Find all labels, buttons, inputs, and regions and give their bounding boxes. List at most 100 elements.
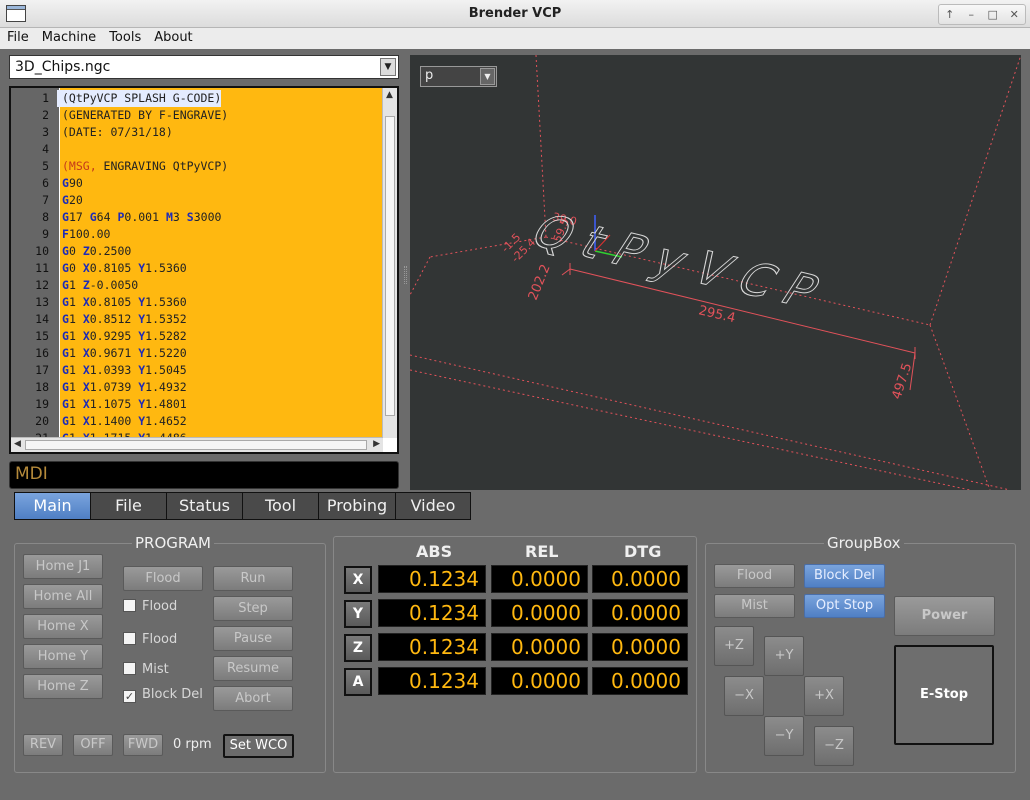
jog-minus-z-button[interactable]: −Z [814, 726, 854, 766]
mist-checkbox[interactable]: Mist [123, 662, 169, 677]
home-all-button[interactable]: Home All [23, 584, 103, 609]
abort-button[interactable]: Abort [213, 686, 293, 711]
scroll-right-icon[interactable]: ▶ [373, 439, 380, 449]
home-z-button[interactable]: Home Z [23, 674, 103, 699]
estop-button[interactable]: E-Stop [894, 645, 994, 745]
horizontal-scroll-thumb[interactable] [25, 440, 367, 450]
window-minimize-button[interactable]: – [962, 8, 980, 21]
gcode-line-text: G1 X0.8512 Y1.5352 [62, 312, 187, 326]
gcode-line[interactable]: 12 G1 Z-0.0050 [11, 277, 383, 294]
gcode-line-number: 17 [35, 363, 49, 377]
checkmark-icon[interactable]: ✓ [123, 690, 136, 703]
gcode-line-number: 1 [42, 91, 49, 105]
vertical-scroll-thumb[interactable] [385, 116, 395, 416]
scroll-left-icon[interactable]: ◀ [14, 439, 21, 449]
backplot-3d-view[interactable]: 295.4 202.2 497.5 39.0 59.5 -1.5 -25.4 Q… [410, 55, 1021, 490]
spindle-off-button[interactable]: OFF [73, 734, 113, 756]
window-maximize-button[interactable]: □ [984, 8, 1002, 21]
chevron-down-icon[interactable]: ▼ [380, 58, 396, 76]
dro-z-rel: 0.0000 [491, 633, 588, 661]
home-j1-button[interactable]: Home J1 [23, 554, 103, 579]
gcode-editor[interactable]: 1 (QtPyVCP SPLASH G-CODE) 2 (GENERATED BY F… [9, 86, 399, 454]
dro-x-dtg: 0.0000 [592, 565, 688, 593]
power-button[interactable]: Power [894, 596, 995, 636]
jog-plus-y-button[interactable]: +Y [764, 636, 804, 676]
gcode-line[interactable]: 11 G0 X0.8105 Y1.5360 [11, 260, 383, 277]
flood-checkbox-1[interactable]: Flood [123, 599, 177, 614]
tab-probing[interactable]: Probing [319, 493, 396, 519]
spindle-fwd-button[interactable]: FWD [123, 734, 163, 756]
gcode-line[interactable]: 7 G20 [11, 192, 383, 209]
checkbox-label: Block Del [142, 687, 203, 702]
resume-button[interactable]: Resume [213, 656, 293, 681]
menu-machine[interactable]: Machine [35, 28, 102, 49]
gcode-line[interactable]: 1 (QtPyVCP SPLASH G-CODE) [11, 90, 383, 107]
scroll-up-icon[interactable]: ▲ [386, 90, 393, 100]
step-button[interactable]: Step [213, 596, 293, 621]
menu-about[interactable]: About [147, 28, 198, 49]
gcode-line[interactable]: 2 (GENERATED BY F-ENGRAVE) [11, 107, 383, 124]
block-delete-toggle[interactable]: Block Del [804, 564, 885, 588]
optional-stop-toggle[interactable]: Opt Stop [804, 594, 885, 618]
tab-main[interactable]: Main [15, 493, 91, 519]
gcode-line-number: 15 [35, 329, 49, 343]
flood-button[interactable]: Flood [123, 566, 203, 591]
file-select[interactable]: 3D_Chips.ngc ▼ [9, 55, 399, 79]
gcode-line-number: 19 [35, 397, 49, 411]
axis-a-button[interactable]: A [344, 668, 372, 696]
control-groupbox-title: GroupBox [824, 534, 904, 552]
jog-minus-y-button[interactable]: −Y [764, 716, 804, 756]
jog-minus-x-button[interactable]: −X [724, 676, 764, 716]
set-wco-button[interactable]: Set WCO [223, 734, 294, 758]
block-del-checkbox[interactable]: ✓ Block Del [123, 687, 203, 703]
spindle-rev-button[interactable]: REV [23, 734, 63, 756]
jog-plus-x-button[interactable]: +X [804, 676, 844, 716]
coolant-flood-button[interactable]: Flood [714, 564, 795, 588]
title-bar: Brender VCP ↑ – □ ✕ [0, 0, 1030, 28]
home-y-button[interactable]: Home Y [23, 644, 103, 669]
mdi-input[interactable]: MDI [9, 461, 399, 489]
gcode-line[interactable]: 20 G1 X1.1400 Y1.4652 [11, 413, 383, 430]
checkbox-box[interactable] [123, 599, 136, 612]
vertical-scrollbar[interactable]: ▲ [382, 88, 397, 438]
coolant-mist-button[interactable]: Mist [714, 594, 795, 618]
gcode-line[interactable]: 18 G1 X1.0739 Y1.4932 [11, 379, 383, 396]
tab-status[interactable]: Status [167, 493, 243, 519]
dro-a-dtg: 0.0000 [592, 667, 688, 695]
flood-checkbox-2[interactable]: Flood [123, 632, 177, 647]
splitter-handle[interactable] [404, 266, 407, 284]
checkbox-box[interactable] [123, 632, 136, 645]
gcode-line[interactable]: 17 G1 X1.0393 Y1.5045 [11, 362, 383, 379]
checkbox-box[interactable] [123, 662, 136, 675]
gcode-line[interactable]: 6 G90 [11, 175, 383, 192]
view-select[interactable]: p ▼ [420, 66, 497, 87]
horizontal-scrollbar[interactable]: ◀ ▶ [11, 437, 383, 452]
gcode-line[interactable]: 10 G0 Z0.2500 [11, 243, 383, 260]
tab-video[interactable]: Video [396, 493, 470, 519]
menu-tools[interactable]: Tools [102, 28, 147, 49]
tab-file[interactable]: File [91, 493, 167, 519]
axis-x-button[interactable]: X [344, 566, 372, 594]
gcode-line[interactable]: 16 G1 X0.9671 Y1.5220 [11, 345, 383, 362]
pause-button[interactable]: Pause [213, 626, 293, 651]
gcode-line[interactable]: 14 G1 X0.8512 Y1.5352 [11, 311, 383, 328]
gcode-line[interactable]: 8 G17 G64 P0.001 M3 S3000 [11, 209, 383, 226]
gcode-line[interactable]: 3 (DATE: 07/31/18) [11, 124, 383, 141]
jog-plus-z-button[interactable]: +Z [714, 626, 754, 666]
gcode-line[interactable]: 4 [11, 141, 383, 158]
home-x-button[interactable]: Home X [23, 614, 103, 639]
gcode-line-text: G0 Z0.2500 [62, 244, 132, 258]
gcode-line[interactable]: 19 G1 X1.1075 Y1.4801 [11, 396, 383, 413]
window-close-button[interactable]: ✕ [1005, 8, 1023, 21]
run-button[interactable]: Run [213, 566, 293, 591]
gcode-line[interactable]: 5 (MSG, ENGRAVING QtPyVCP) [11, 158, 383, 175]
menu-file[interactable]: File [0, 28, 35, 49]
gcode-line[interactable]: 9 F100.00 [11, 226, 383, 243]
chevron-down-icon[interactable]: ▼ [480, 68, 495, 85]
tab-tool[interactable]: Tool [243, 493, 319, 519]
axis-y-button[interactable]: Y [344, 600, 372, 628]
gcode-line[interactable]: 15 G1 X0.9295 Y1.5282 [11, 328, 383, 345]
window-above-button[interactable]: ↑ [941, 8, 959, 21]
gcode-line[interactable]: 13 G1 X0.8105 Y1.5360 [11, 294, 383, 311]
axis-z-button[interactable]: Z [344, 634, 372, 662]
